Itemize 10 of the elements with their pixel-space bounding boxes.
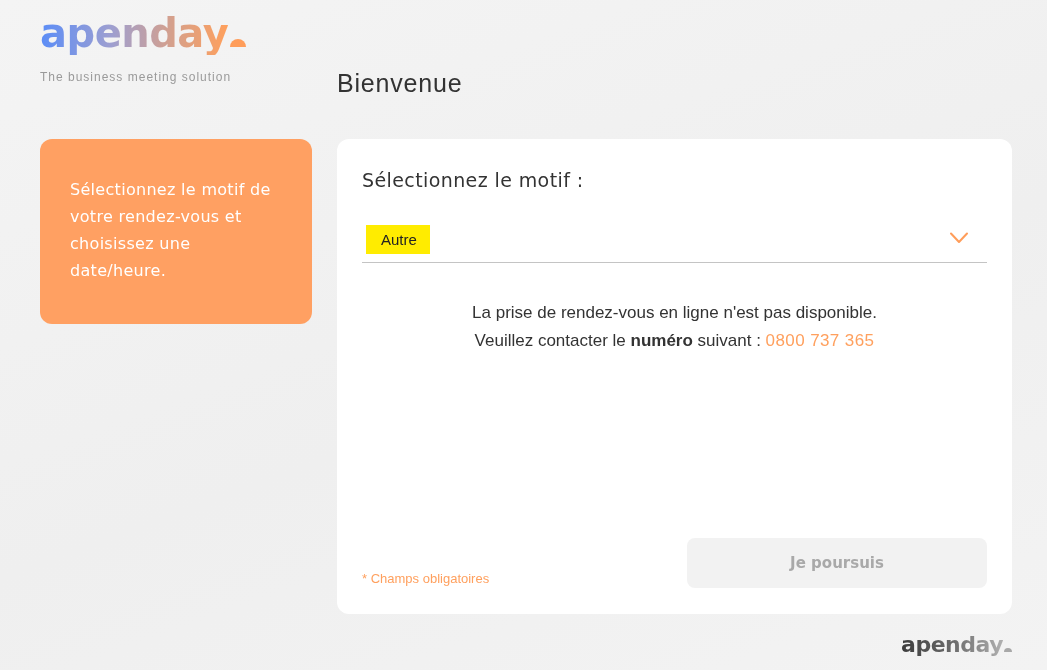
required-note: * Champs obligatoires bbox=[362, 571, 490, 587]
info-panel: Sélectionnez le motif de votre rendez-vous et choisissez une date/heure. bbox=[40, 139, 312, 324]
select-value: Autre bbox=[366, 225, 430, 254]
chevron-down-icon bbox=[950, 232, 968, 244]
page-title: Bienvenue bbox=[337, 68, 463, 98]
tagline: The business meeting solution bbox=[40, 69, 232, 85]
unavailable-message: La prise de rendez-vous en ligne n'est pas disponible. Veuillez contacter le numéro suivant : 0800 737 365 bbox=[471, 302, 878, 352]
motif-select[interactable]: Autre bbox=[362, 225, 987, 263]
phone-link[interactable]: 0800 737 365 bbox=[765, 331, 875, 350]
form-label: Sélectionnez le motif : bbox=[362, 168, 584, 193]
